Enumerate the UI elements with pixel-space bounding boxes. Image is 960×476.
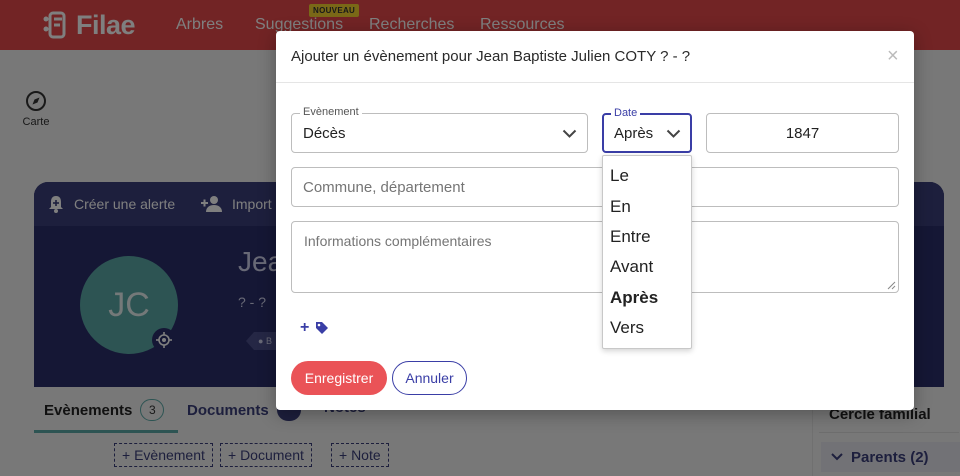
- tag-icon: [316, 322, 329, 334]
- date-qualifier-dropdown: Le En Entre Avant Après Vers: [602, 155, 692, 349]
- event-type-legend: Evènement: [300, 106, 362, 118]
- info-placeholder: Informations complémentaires: [304, 233, 492, 249]
- save-button[interactable]: Enregistrer: [291, 361, 387, 395]
- date-option-entre[interactable]: Entre: [610, 227, 651, 247]
- dialog-title: Ajouter un évènement pour Jean Baptiste …: [291, 48, 691, 65]
- event-type-value: Décès: [303, 125, 346, 142]
- date-legend: Date: [611, 107, 641, 119]
- add-tag-button[interactable]: +: [300, 319, 329, 337]
- date-option-le[interactable]: Le: [610, 166, 629, 186]
- date-option-apres[interactable]: Après: [610, 288, 658, 308]
- event-type-select[interactable]: Evènement Décès: [291, 106, 588, 153]
- close-icon[interactable]: ×: [887, 46, 899, 66]
- chevron-down-icon: [562, 129, 577, 138]
- commune-placeholder: Commune, département: [303, 179, 465, 196]
- cancel-button[interactable]: Annuler: [392, 361, 467, 395]
- date-option-en[interactable]: En: [610, 197, 631, 217]
- add-event-dialog: Ajouter un évènement pour Jean Baptiste …: [276, 31, 914, 410]
- year-input[interactable]: 1847: [706, 113, 899, 153]
- date-option-vers[interactable]: Vers: [610, 318, 644, 338]
- date-option-avant[interactable]: Avant: [610, 257, 653, 277]
- year-value: 1847: [785, 125, 820, 142]
- resize-grip-icon[interactable]: [887, 281, 896, 290]
- info-textarea[interactable]: Informations complémentaires: [291, 221, 899, 293]
- plus-label: +: [300, 319, 310, 336]
- date-qualifier-select[interactable]: Date Après: [602, 107, 692, 153]
- commune-input[interactable]: Commune, département: [291, 167, 899, 207]
- date-qualifier-value: Après: [614, 125, 654, 142]
- divider: [276, 82, 914, 83]
- chevron-down-icon: [666, 129, 681, 138]
